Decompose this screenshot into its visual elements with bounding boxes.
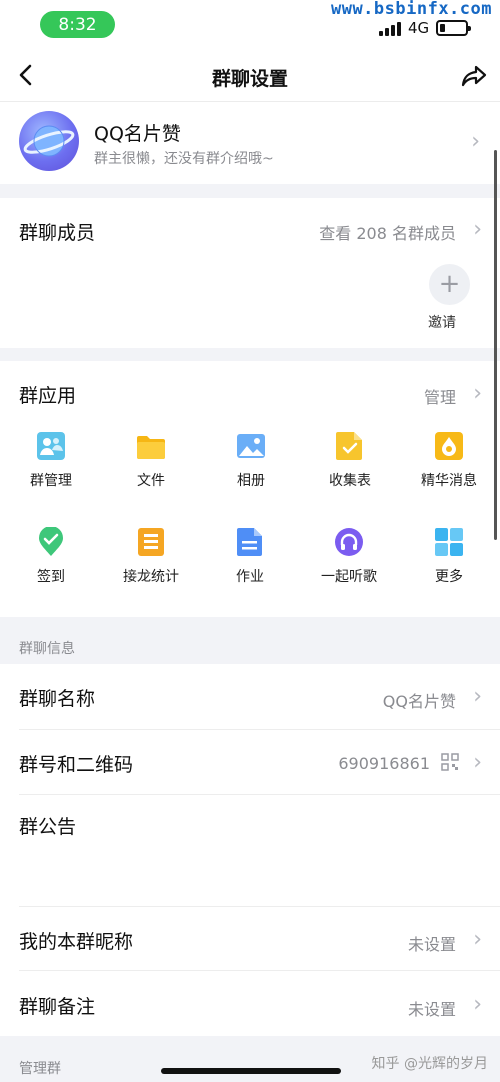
share-icon[interactable] <box>460 62 488 90</box>
app-music[interactable]: 一起听歌 <box>299 527 399 586</box>
chevron-right-icon: › <box>471 129 480 154</box>
app-label: 收集表 <box>329 473 371 489</box>
app-label: 签到 <box>37 569 65 585</box>
home-indicator[interactable] <box>161 1068 341 1074</box>
watermark-text: www.bsbinfx.com <box>330 0 492 19</box>
invite-plus-icon[interactable]: + <box>429 264 470 305</box>
group-apps-section: 群应用 管理 › 群管理 文件 相册 收集表 精华消息 签到 接龙统计 作业 一… <box>0 361 500 617</box>
chevron-right-icon: › <box>473 750 482 775</box>
group-name-label: 群聊名称 <box>19 688 96 710</box>
group-name: QQ名片赞 <box>94 123 181 145</box>
app-label: 接龙统计 <box>123 569 179 585</box>
apps-title: 群应用 <box>19 385 77 407</box>
app-label: 群管理 <box>30 473 72 489</box>
app-checkin[interactable]: 签到 <box>1 527 101 586</box>
qr-code-icon <box>441 753 459 771</box>
view-members-link[interactable]: 查看 208 名群成员 <box>319 220 456 244</box>
chevron-right-icon: › <box>473 992 482 1017</box>
group-manage-icon <box>37 432 65 460</box>
more-grid-icon <box>435 528 463 556</box>
app-label: 文件 <box>137 473 165 489</box>
homework-icon <box>237 528 262 556</box>
chevron-right-icon: › <box>473 684 482 709</box>
app-album[interactable]: 相册 <box>201 431 301 490</box>
app-files[interactable]: 文件 <box>101 431 201 490</box>
app-more[interactable]: 更多 <box>399 527 499 586</box>
group-profile-row[interactable]: QQ名片赞 群主很懒，还没有群介绍哦~ › <box>0 102 500 184</box>
status-time: 8:32 <box>40 11 115 38</box>
divider <box>19 970 500 971</box>
group-number-label: 群号和二维码 <box>19 754 134 776</box>
app-label: 更多 <box>435 569 463 585</box>
app-homework[interactable]: 作业 <box>200 527 300 586</box>
app-relay[interactable]: 接龙统计 <box>101 527 201 586</box>
relay-icon <box>138 528 164 556</box>
manage-section-label: 管理群 <box>19 1061 61 1077</box>
planet-icon <box>23 125 75 157</box>
divider <box>19 729 500 730</box>
chevron-right-icon: › <box>473 381 482 406</box>
group-name-value: QQ名片赞 <box>382 692 456 711</box>
group-remark-value: 未设置 <box>407 1000 456 1019</box>
page-title: 群聊设置 <box>211 68 288 90</box>
group-name-row[interactable]: 群聊名称 QQ名片赞 › <box>0 684 500 729</box>
chevron-right-icon: › <box>473 927 482 952</box>
group-remark-row[interactable]: 群聊备注 未设置 › <box>0 992 500 1037</box>
group-number-row[interactable]: 群号和二维码 690916861 › <box>0 750 500 795</box>
group-avatar <box>19 111 79 171</box>
my-nickname-row[interactable]: 我的本群昵称 未设置 › <box>0 927 500 972</box>
members-title: 群聊成员 <box>19 222 96 244</box>
group-description: 群主很懒，还没有群介绍哦~ <box>94 151 274 167</box>
chevron-right-icon: › <box>473 217 482 242</box>
essence-icon <box>435 432 463 460</box>
members-section: 群聊成员 查看 208 名群成员 › <box>0 198 500 348</box>
app-label: 作业 <box>236 569 264 585</box>
music-icon <box>335 528 363 556</box>
app-group-manage[interactable]: 群管理 <box>1 431 101 490</box>
info-section-label: 群聊信息 <box>19 641 75 657</box>
app-label: 相册 <box>237 473 265 489</box>
status-bar: 8:32 www.bsbinfx.com 4G <box>0 0 500 50</box>
invite-label[interactable]: 邀请 <box>428 312 456 332</box>
scrollbar[interactable] <box>494 150 497 540</box>
app-form[interactable]: 收集表 <box>300 431 400 490</box>
app-essence[interactable]: 精华消息 <box>399 431 499 490</box>
zhihu-watermark: 知乎 @光辉的岁月 <box>371 1056 488 1072</box>
cell-signal-icon <box>379 22 403 36</box>
group-notice-label: 群公告 <box>19 816 77 838</box>
group-remark-label: 群聊备注 <box>19 996 96 1018</box>
battery-icon <box>436 20 471 36</box>
photo-album-icon <box>237 434 265 458</box>
group-info-section: 群聊名称 QQ名片赞 › 群号和二维码 690916861 › 群公告 我的本群… <box>0 664 500 1036</box>
group-number-value: 690916861 <box>338 754 430 773</box>
my-nickname-label: 我的本群昵称 <box>19 931 134 953</box>
checkin-icon <box>39 527 63 556</box>
app-label: 精华消息 <box>421 473 477 489</box>
divider <box>19 794 500 795</box>
form-icon <box>336 432 362 460</box>
folder-icon <box>137 436 165 459</box>
divider <box>19 906 500 907</box>
app-label: 一起听歌 <box>321 569 377 585</box>
group-notice-row[interactable]: 群公告 <box>0 812 500 904</box>
network-type: 4G <box>408 19 430 37</box>
apps-manage-link[interactable]: 管理 <box>424 384 456 408</box>
nav-bar: 群聊设置 <box>0 50 500 102</box>
my-nickname-value: 未设置 <box>407 935 456 954</box>
